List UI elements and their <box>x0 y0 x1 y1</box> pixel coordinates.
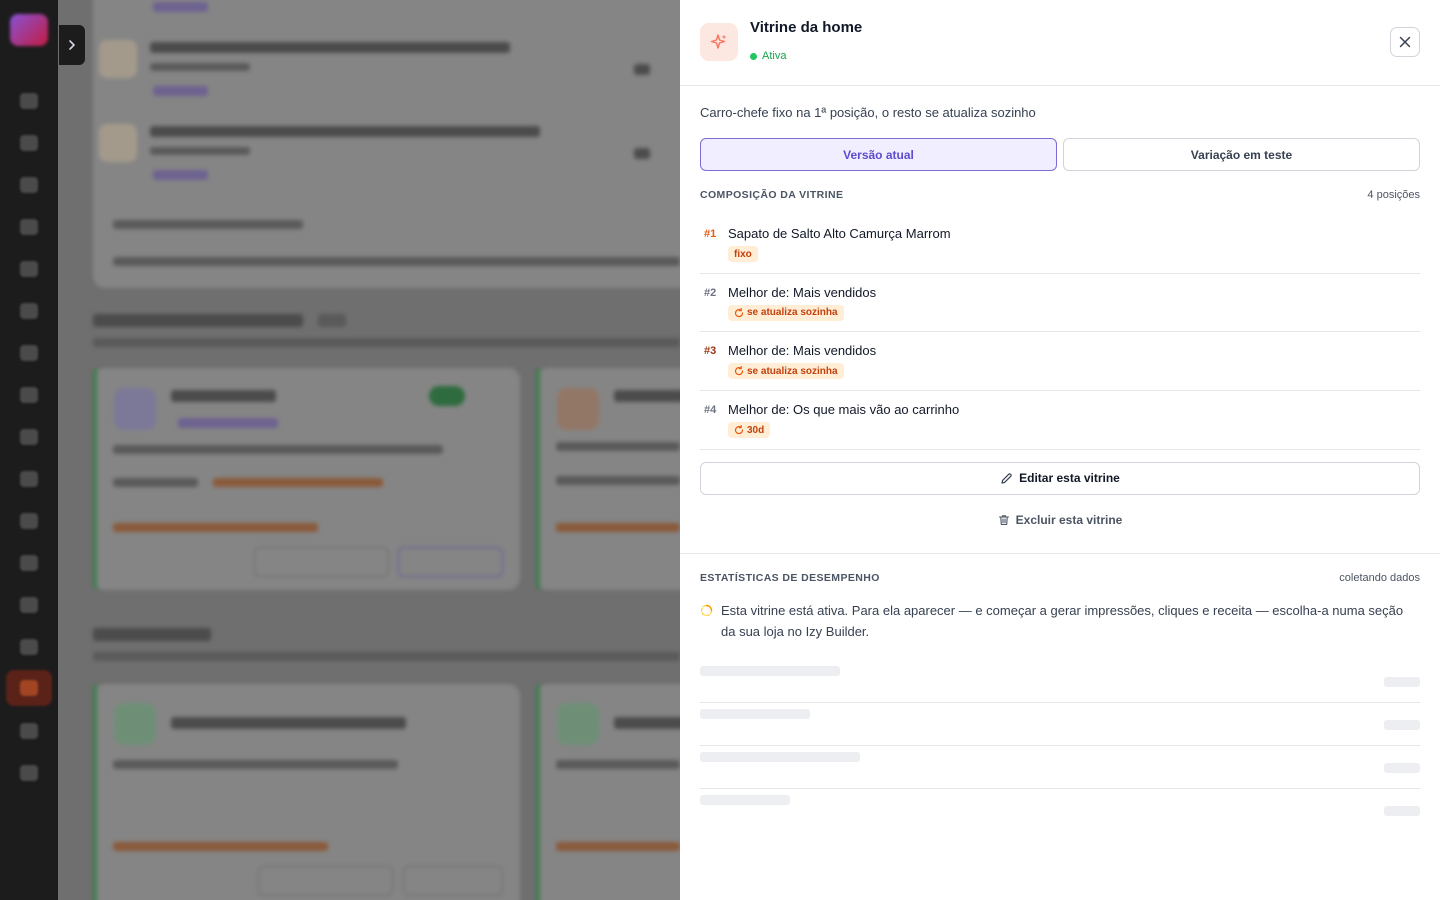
cart-icon <box>20 303 38 319</box>
showcase-detail-panel: Vitrine da home Ativa Carro-chefe fixo n… <box>680 0 1440 900</box>
list-item: #4 Melhor de: Os que mais vão ao carrinh… <box>700 391 1420 450</box>
delete-showcase-button[interactable]: Excluir esta vitrine <box>700 505 1420 535</box>
badge-label: 30d <box>747 424 765 436</box>
refresh-icon <box>734 425 744 435</box>
chart-icon <box>20 135 38 151</box>
list-item: #3 Melhor de: Mais vendidos se atualiza … <box>700 332 1420 392</box>
loading-spinner-icon <box>700 604 713 616</box>
badge-label: se atualiza sozinha <box>747 307 838 319</box>
list-item: #2 Melhor de: Mais vendidos se atualiza … <box>700 274 1420 333</box>
stats-status: coletando dados <box>1339 571 1420 584</box>
store-logo-icon <box>10 14 48 46</box>
blurred-main-content <box>58 0 680 900</box>
showcase-icon <box>20 680 38 696</box>
close-button[interactable] <box>1390 27 1420 57</box>
position-name: Melhor de: Mais vendidos <box>728 343 877 359</box>
skeleton-row <box>700 746 1420 789</box>
position-rank: #1 <box>704 228 717 240</box>
chevron-right-icon <box>69 40 75 50</box>
list-item: #1 Sapato de Salto Alto Camurça Marrom f… <box>700 215 1420 274</box>
tag-icon <box>20 177 38 193</box>
close-icon <box>1399 36 1411 48</box>
campaign-icon <box>20 471 38 487</box>
composition-header: COMPOSIÇÃO DA VITRINE 4 posições <box>700 187 1420 203</box>
stack-icon <box>20 597 38 613</box>
status-badge: Ativa <box>750 50 786 62</box>
badge-label: fixo <box>734 248 752 260</box>
stats-notice-text: Esta vitrine está ativa. Para ela aparec… <box>721 602 1404 639</box>
settings-icon <box>20 765 38 781</box>
section-divider <box>680 552 1440 554</box>
positions-count: 4 posições <box>1367 189 1420 201</box>
badge-label: se atualiza sozinha <box>747 365 838 377</box>
auto-update-badge: se atualiza sozinha <box>728 304 844 321</box>
trash-icon <box>998 515 1009 525</box>
position-rank: #3 <box>704 345 717 358</box>
panel-title: Vitrine da home <box>750 19 863 36</box>
position-name: Melhor de: Os que mais vão ao carrinho <box>728 402 960 418</box>
panel-header: Vitrine da home Ativa <box>680 0 1440 86</box>
pencil-icon <box>1001 473 1012 484</box>
team-icon <box>20 639 38 655</box>
status-label: Ativa <box>762 50 787 62</box>
delete-label: Excluir esta vitrine <box>1015 512 1123 527</box>
position-rank: #2 <box>704 286 717 299</box>
refresh-icon <box>734 366 744 376</box>
sidebar-expand-button[interactable] <box>59 25 85 65</box>
period-badge: 30d <box>728 422 771 439</box>
message-icon <box>20 429 38 445</box>
position-rank: #4 <box>704 404 717 417</box>
users-icon <box>20 261 38 277</box>
edit-label: Editar esta vitrine <box>1019 471 1120 486</box>
boxes-icon <box>20 345 38 361</box>
package-icon <box>20 513 38 529</box>
megaphone-icon <box>20 219 38 235</box>
status-dot-icon <box>750 52 757 60</box>
composition-list: #1 Sapato de Salto Alto Camurça Marrom f… <box>700 215 1420 450</box>
send-icon <box>20 555 38 571</box>
version-tabs: Versão atual Variação em teste <box>700 138 1420 171</box>
sparkles-icon <box>700 23 738 61</box>
stats-notice: Esta vitrine está ativa. Para ela aparec… <box>700 600 1420 642</box>
position-name: Melhor de: Mais vendidos <box>728 284 877 300</box>
nav-rail <box>0 0 58 900</box>
stats-loading-skeleton <box>700 660 1420 832</box>
home-icon <box>20 93 38 109</box>
skeleton-row <box>700 789 1420 832</box>
tab-test-variation[interactable]: Variação em teste <box>1063 138 1420 171</box>
refresh-icon <box>734 307 744 317</box>
building-icon <box>20 723 38 739</box>
fixed-badge: fixo <box>728 246 758 262</box>
skeleton-row <box>700 703 1420 746</box>
skeleton-row <box>700 660 1420 703</box>
showcase-description: Carro-chefe fixo na 1ª posição, o resto … <box>700 105 1036 120</box>
edit-showcase-button[interactable]: Editar esta vitrine <box>700 461 1420 495</box>
composition-title: COMPOSIÇÃO DA VITRINE <box>700 189 844 201</box>
position-name: Sapato de Salto Alto Camurça Marrom <box>728 226 951 241</box>
cross-icon <box>20 387 38 403</box>
stats-header: ESTATÍSTICAS DE DESEMPENHO coletando dad… <box>700 572 1420 584</box>
stats-title: ESTATÍSTICAS DE DESEMPENHO <box>700 571 880 584</box>
tab-current-version[interactable]: Versão atual <box>700 138 1057 171</box>
auto-update-badge: se atualiza sozinha <box>728 363 844 380</box>
